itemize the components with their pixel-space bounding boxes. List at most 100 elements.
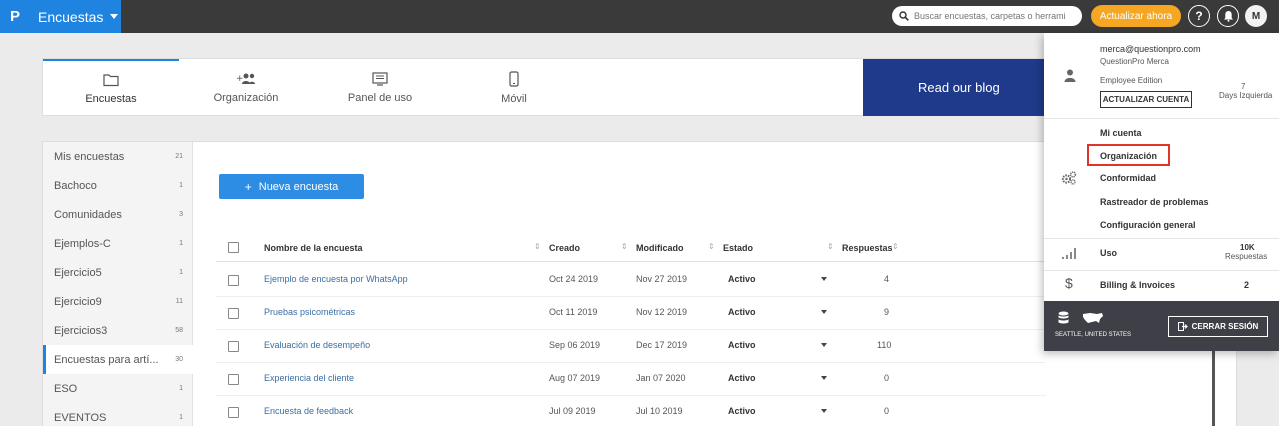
status-value: Activo [728, 406, 756, 416]
logout-button[interactable]: CERRAR SESIÓN [1168, 316, 1268, 337]
sidebar-item-count: 21 [175, 153, 183, 160]
responses-count: 0 [884, 373, 890, 383]
sidebar-item-ejemplos-c[interactable]: Ejemplos-C 1 [43, 229, 193, 258]
status-dropdown-icon[interactable] [821, 409, 827, 413]
menu-item-conformidad[interactable]: Conformidad [1100, 173, 1156, 183]
modified-date: Jan 07 2020 [636, 373, 686, 383]
sidebar-item-label: Mis encuestas [54, 150, 125, 163]
modified-date: Nov 27 2019 [636, 274, 688, 284]
menu-item-mi-cuenta[interactable]: Mi cuenta [1100, 128, 1142, 138]
survey-name-link[interactable]: Pruebas psicométricas [264, 307, 355, 317]
help-button[interactable]: ? [1188, 5, 1210, 27]
sidebar-item-count: 1 [179, 385, 183, 392]
bell-icon [1223, 11, 1233, 22]
highlight-annotation [1087, 144, 1170, 166]
responses-count: 110 [877, 340, 892, 350]
tab-organizacion[interactable]: + Organización [179, 59, 313, 116]
trial-days-label: Days Izquierda [1219, 91, 1273, 100]
modified-date: Jul 10 2019 [636, 406, 683, 416]
column-header-status[interactable]: Estado [723, 243, 753, 253]
table-row[interactable]: Encuesta de feedback Jul 09 2019 Jul 10 … [216, 396, 1046, 426]
survey-name-link[interactable]: Experiencia del cliente [264, 373, 354, 383]
status-dropdown-icon[interactable] [821, 343, 827, 347]
column-header-modified[interactable]: Modificado [636, 243, 684, 253]
table-row[interactable]: Pruebas psicométricas Oct 11 2019 Nov 12… [216, 297, 1046, 330]
row-checkbox[interactable] [228, 407, 239, 418]
usa-map-icon [1083, 313, 1103, 323]
scrollbar[interactable] [1212, 351, 1215, 426]
responses-count: 0 [884, 406, 890, 416]
new-survey-button[interactable]: + Nueva encuesta [219, 174, 364, 199]
row-checkbox[interactable] [228, 308, 239, 319]
table-row[interactable]: Ejemplo de encuesta por WhatsApp Oct 24 … [216, 264, 1046, 297]
table-row[interactable]: Evaluación de desempeño Sep 06 2019 Dec … [216, 330, 1046, 363]
sidebar-item-bachoco[interactable]: Bachoco 1 [43, 171, 193, 200]
sidebar-item-eventos[interactable]: EVENTOS 1 [43, 403, 193, 426]
database-icon [1058, 311, 1069, 324]
sort-icon[interactable]: ⇕ [827, 242, 834, 251]
sidebar-item-count: 30 [175, 356, 183, 363]
row-checkbox[interactable] [228, 374, 239, 385]
sidebar-item-ejercicios3[interactable]: Ejercicios3 58 [43, 316, 193, 345]
tab-movil[interactable]: Móvil [447, 59, 581, 116]
add-group-icon: + [236, 73, 255, 84]
product-switcher[interactable]: P Encuestas [0, 0, 121, 33]
menu-item-configuracion-general[interactable]: Configuración general [1100, 220, 1196, 230]
survey-name-link[interactable]: Encuesta de feedback [264, 406, 353, 416]
sidebar-item-encuestas-para-articulos[interactable]: Encuestas para artí... 30 [43, 345, 193, 374]
status-dropdown-icon[interactable] [821, 277, 827, 281]
column-header-created[interactable]: Creado [549, 243, 580, 253]
menu-item-rastreador-de-problemas[interactable]: Rastreador de problemas [1100, 197, 1209, 207]
sidebar-item-count: 58 [175, 327, 183, 334]
modified-date: Dec 17 2019 [636, 340, 688, 350]
sidebar-item-comunidades[interactable]: Comunidades 3 [43, 200, 193, 229]
sidebar-item-label: ESO [54, 382, 78, 395]
sort-icon[interactable]: ⇕ [708, 242, 715, 251]
sidebar-item-count: 1 [179, 414, 183, 421]
update-account-button[interactable]: ACTUALIZAR CUENTA [1100, 91, 1192, 108]
tab-encuestas[interactable]: Encuestas [43, 59, 179, 116]
survey-name-link[interactable]: Evaluación de desempeño [264, 340, 370, 350]
search-input[interactable] [914, 11, 1074, 21]
dollar-icon: $ [1065, 275, 1073, 291]
sidebar-item-ejercicio9[interactable]: Ejercicio9 11 [43, 287, 193, 316]
notifications-button[interactable] [1217, 5, 1239, 27]
sidebar-item-eso[interactable]: ESO 1 [43, 374, 193, 403]
status-dropdown-icon[interactable] [821, 310, 827, 314]
divider [1044, 118, 1279, 119]
status-value: Activo [728, 307, 756, 317]
sort-icon[interactable]: ⇕ [621, 242, 628, 251]
sort-icon[interactable]: ⇕ [534, 242, 541, 251]
tab-panel-de-uso[interactable]: Panel de uso [313, 59, 447, 116]
sidebar-item-mis-encuestas[interactable]: Mis encuestas 21 [43, 142, 193, 171]
sidebar-item-label: Ejemplos-C [54, 237, 111, 250]
sidebar-item-count: 1 [179, 240, 183, 247]
sort-icon[interactable]: ⇕ [892, 242, 899, 251]
account-name: QuestionPro Merca [1100, 57, 1169, 66]
menu-item-uso[interactable]: Uso [1100, 248, 1117, 258]
search-box[interactable] [892, 6, 1082, 26]
row-checkbox[interactable] [228, 275, 239, 286]
sidebar-item-ejercicio5[interactable]: Ejercicio5 1 [43, 258, 193, 287]
account-email: merca@questionpro.com [1100, 44, 1201, 54]
sidebar-item-count: 1 [179, 182, 183, 189]
table-row[interactable]: Experiencia del cliente Aug 07 2019 Jan … [216, 363, 1046, 396]
survey-name-link[interactable]: Ejemplo de encuesta por WhatsApp [264, 274, 408, 284]
menu-item-billing-invoices[interactable]: Billing & Invoices [1100, 280, 1175, 290]
questionpro-logo: P [10, 7, 21, 25]
column-header-responses[interactable]: Respuestas [842, 243, 893, 253]
logout-icon [1177, 322, 1188, 331]
created-date: Sep 06 2019 [549, 340, 601, 350]
created-date: Oct 24 2019 [549, 274, 599, 284]
divider [1044, 270, 1279, 271]
select-all-checkbox[interactable] [228, 242, 239, 253]
upgrade-now-button[interactable]: Actualizar ahora [1091, 5, 1181, 27]
surveys-table-header: Nombre de la encuesta ⇕ Creado ⇕ Modific… [216, 234, 1046, 262]
user-avatar-button[interactable]: M [1245, 5, 1267, 27]
status-dropdown-icon[interactable] [821, 376, 827, 380]
sidebar-item-label: Ejercicios3 [54, 324, 108, 337]
created-date: Jul 09 2019 [549, 406, 596, 416]
new-survey-label: Nueva encuesta [258, 180, 339, 193]
row-checkbox[interactable] [228, 341, 239, 352]
column-header-name[interactable]: Nombre de la encuesta [264, 243, 363, 253]
